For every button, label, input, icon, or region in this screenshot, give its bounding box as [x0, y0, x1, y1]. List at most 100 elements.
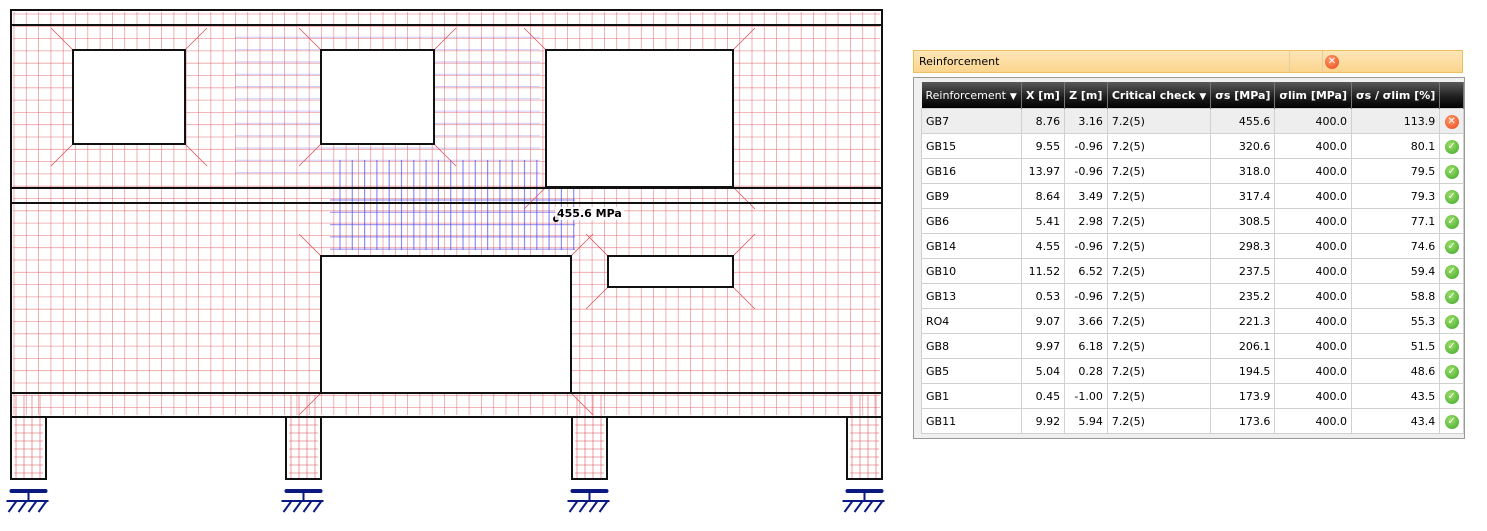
cell-name: GB11: [921, 408, 1022, 434]
cell-lim: 400.0: [1274, 108, 1353, 134]
cell-ratio: 77.1: [1351, 208, 1441, 234]
cell-status: ✓: [1439, 383, 1464, 409]
table-row[interactable]: GB1 0.45 -1.00 7.2(5) 173.9 400.0 43.5 ✓: [921, 383, 1464, 409]
table-row[interactable]: GB7 8.76 3.16 7.2(5) 455.6 400.0 113.9 ✕: [921, 108, 1464, 134]
cell-z: 5.94: [1064, 408, 1108, 434]
table-row[interactable]: GB13 0.53 -0.96 7.2(5) 235.2 400.0 58.8 ✓: [921, 283, 1464, 309]
error-icon[interactable]: ✕: [1325, 55, 1339, 69]
table-row[interactable]: GB10 11.52 6.52 7.2(5) 237.5 400.0 59.4 ✓: [921, 258, 1464, 284]
opening: [72, 49, 186, 145]
cell-check: 7.2(5): [1106, 358, 1212, 384]
cell-x: 9.07: [1020, 308, 1066, 334]
cell-status: ✓: [1439, 233, 1464, 259]
cell-ratio: 74.6: [1351, 233, 1441, 259]
cell-status: ✓: [1439, 183, 1464, 209]
column-header-label: X [m]: [1025, 88, 1060, 102]
cell-ratio: 43.5: [1351, 383, 1441, 409]
cell-status: ✓: [1439, 258, 1464, 284]
column-header[interactable]: σs [MPa]: [1210, 82, 1276, 109]
cell-ratio: 80.1: [1351, 133, 1441, 159]
column-header[interactable]: [1439, 82, 1464, 109]
cell-s: 317.4: [1210, 183, 1276, 209]
table-row[interactable]: GB5 5.04 0.28 7.2(5) 194.5 400.0 48.6 ✓: [921, 358, 1464, 384]
check-ok-icon: ✓: [1444, 214, 1459, 229]
cell-s: 173.6: [1210, 408, 1276, 434]
check-ok-icon: ✓: [1444, 139, 1459, 154]
cell-lim: 400.0: [1274, 283, 1353, 309]
cell-ratio: 79.5: [1351, 158, 1441, 184]
cell-ratio: 59.4: [1351, 258, 1441, 284]
table-row[interactable]: GB14 4.55 -0.96 7.2(5) 298.3 400.0 74.6 ✓: [921, 233, 1464, 259]
cell-status: ✓: [1439, 208, 1464, 234]
cell-ratio: 55.3: [1351, 308, 1441, 334]
cell-s: 194.5: [1210, 358, 1276, 384]
cell-lim: 400.0: [1274, 408, 1353, 434]
cell-s: 455.6: [1210, 108, 1276, 134]
stress-annotation: 455.6 MPa: [555, 207, 624, 220]
reinforcement-panel: Reinforcement ✕ Reinforcement ▼ X [m] Z [m]…: [912, 48, 1465, 439]
check-ok-icon: ✓: [1444, 339, 1459, 354]
cell-ratio: 113.9: [1351, 108, 1441, 134]
cell-name: GB5: [921, 358, 1022, 384]
column-header[interactable]: Reinforcement ▼: [921, 82, 1022, 109]
cell-status: ✓: [1439, 408, 1464, 434]
cell-x: 9.92: [1020, 408, 1066, 434]
cell-s: 206.1: [1210, 333, 1276, 359]
cell-s: 320.6: [1210, 133, 1276, 159]
column-header[interactable]: Critical check ▼: [1107, 82, 1212, 109]
check-ok-icon: ✓: [1444, 289, 1459, 304]
cell-ratio: 48.6: [1351, 358, 1441, 384]
column-header[interactable]: σs / σlim [%]: [1351, 82, 1441, 109]
cell-z: -1.00: [1064, 383, 1108, 409]
cell-lim: 400.0: [1274, 333, 1353, 359]
panel-title: Reinforcement: [919, 55, 1000, 68]
panel-titlebar: Reinforcement ✕: [913, 50, 1463, 73]
table-row[interactable]: GB6 5.41 2.98 7.2(5) 308.5 400.0 77.1 ✓: [921, 208, 1464, 234]
table-row[interactable]: GB9 8.64 3.49 7.2(5) 317.4 400.0 79.3 ✓: [921, 183, 1464, 209]
cell-check: 7.2(5): [1106, 233, 1212, 259]
check-ok-icon: ✓: [1444, 239, 1459, 254]
cell-z: 3.66: [1064, 308, 1108, 334]
cell-status: ✓: [1439, 308, 1464, 334]
reinforcement-drawing[interactable]: [0, 0, 900, 531]
filter-icon[interactable]: ▼: [1010, 92, 1017, 102]
column-header[interactable]: Z [m]: [1064, 82, 1108, 109]
column-header[interactable]: σlim [MPa]: [1274, 82, 1353, 109]
cell-ratio: 43.4: [1351, 408, 1441, 434]
cell-check: 7.2(5): [1106, 158, 1212, 184]
column-header-label: Reinforcement: [925, 88, 1006, 102]
column-header[interactable]: X [m]: [1021, 82, 1066, 109]
opening: [320, 49, 435, 145]
table-row[interactable]: GB15 9.55 -0.96 7.2(5) 320.6 400.0 80.1 ✓: [921, 133, 1464, 159]
cell-ratio: 79.3: [1351, 183, 1441, 209]
check-ok-icon: ✓: [1444, 264, 1459, 279]
wall-outline: [10, 9, 883, 480]
filter-icon[interactable]: ▼: [1199, 92, 1206, 102]
cell-status: ✓: [1439, 158, 1464, 184]
table-row[interactable]: RO4 9.07 3.66 7.2(5) 221.3 400.0 55.3 ✓: [921, 308, 1464, 334]
cell-check: 7.2(5): [1106, 208, 1212, 234]
check-ok-icon: ✓: [1444, 314, 1459, 329]
cell-x: 8.64: [1020, 183, 1066, 209]
cell-lim: 400.0: [1274, 133, 1353, 159]
table-row[interactable]: GB11 9.92 5.94 7.2(5) 173.6 400.0 43.4 ✓: [921, 408, 1464, 434]
cell-z: 6.18: [1064, 333, 1108, 359]
cell-z: 3.49: [1064, 183, 1108, 209]
cell-check: 7.2(5): [1106, 383, 1212, 409]
cell-name: GB8: [921, 333, 1022, 359]
check-ok-icon: ✓: [1444, 364, 1459, 379]
column-header-label: σs / σlim [%]: [1356, 88, 1436, 102]
opening: [545, 49, 734, 188]
cell-z: -0.96: [1064, 158, 1108, 184]
cell-z: -0.96: [1064, 233, 1108, 259]
table-row[interactable]: GB16 13.97 -0.96 7.2(5) 318.0 400.0 79.5 ✓: [921, 158, 1464, 184]
cell-check: 7.2(5): [1106, 183, 1212, 209]
cell-name: GB1: [921, 383, 1022, 409]
cell-x: 5.41: [1020, 208, 1066, 234]
cell-check: 7.2(5): [1106, 133, 1212, 159]
table-row[interactable]: GB8 9.97 6.18 7.2(5) 206.1 400.0 51.5 ✓: [921, 333, 1464, 359]
cell-s: 237.5: [1210, 258, 1276, 284]
cell-x: 13.97: [1020, 158, 1066, 184]
cell-status: ✕: [1439, 108, 1464, 134]
cell-name: RO4: [921, 308, 1022, 334]
